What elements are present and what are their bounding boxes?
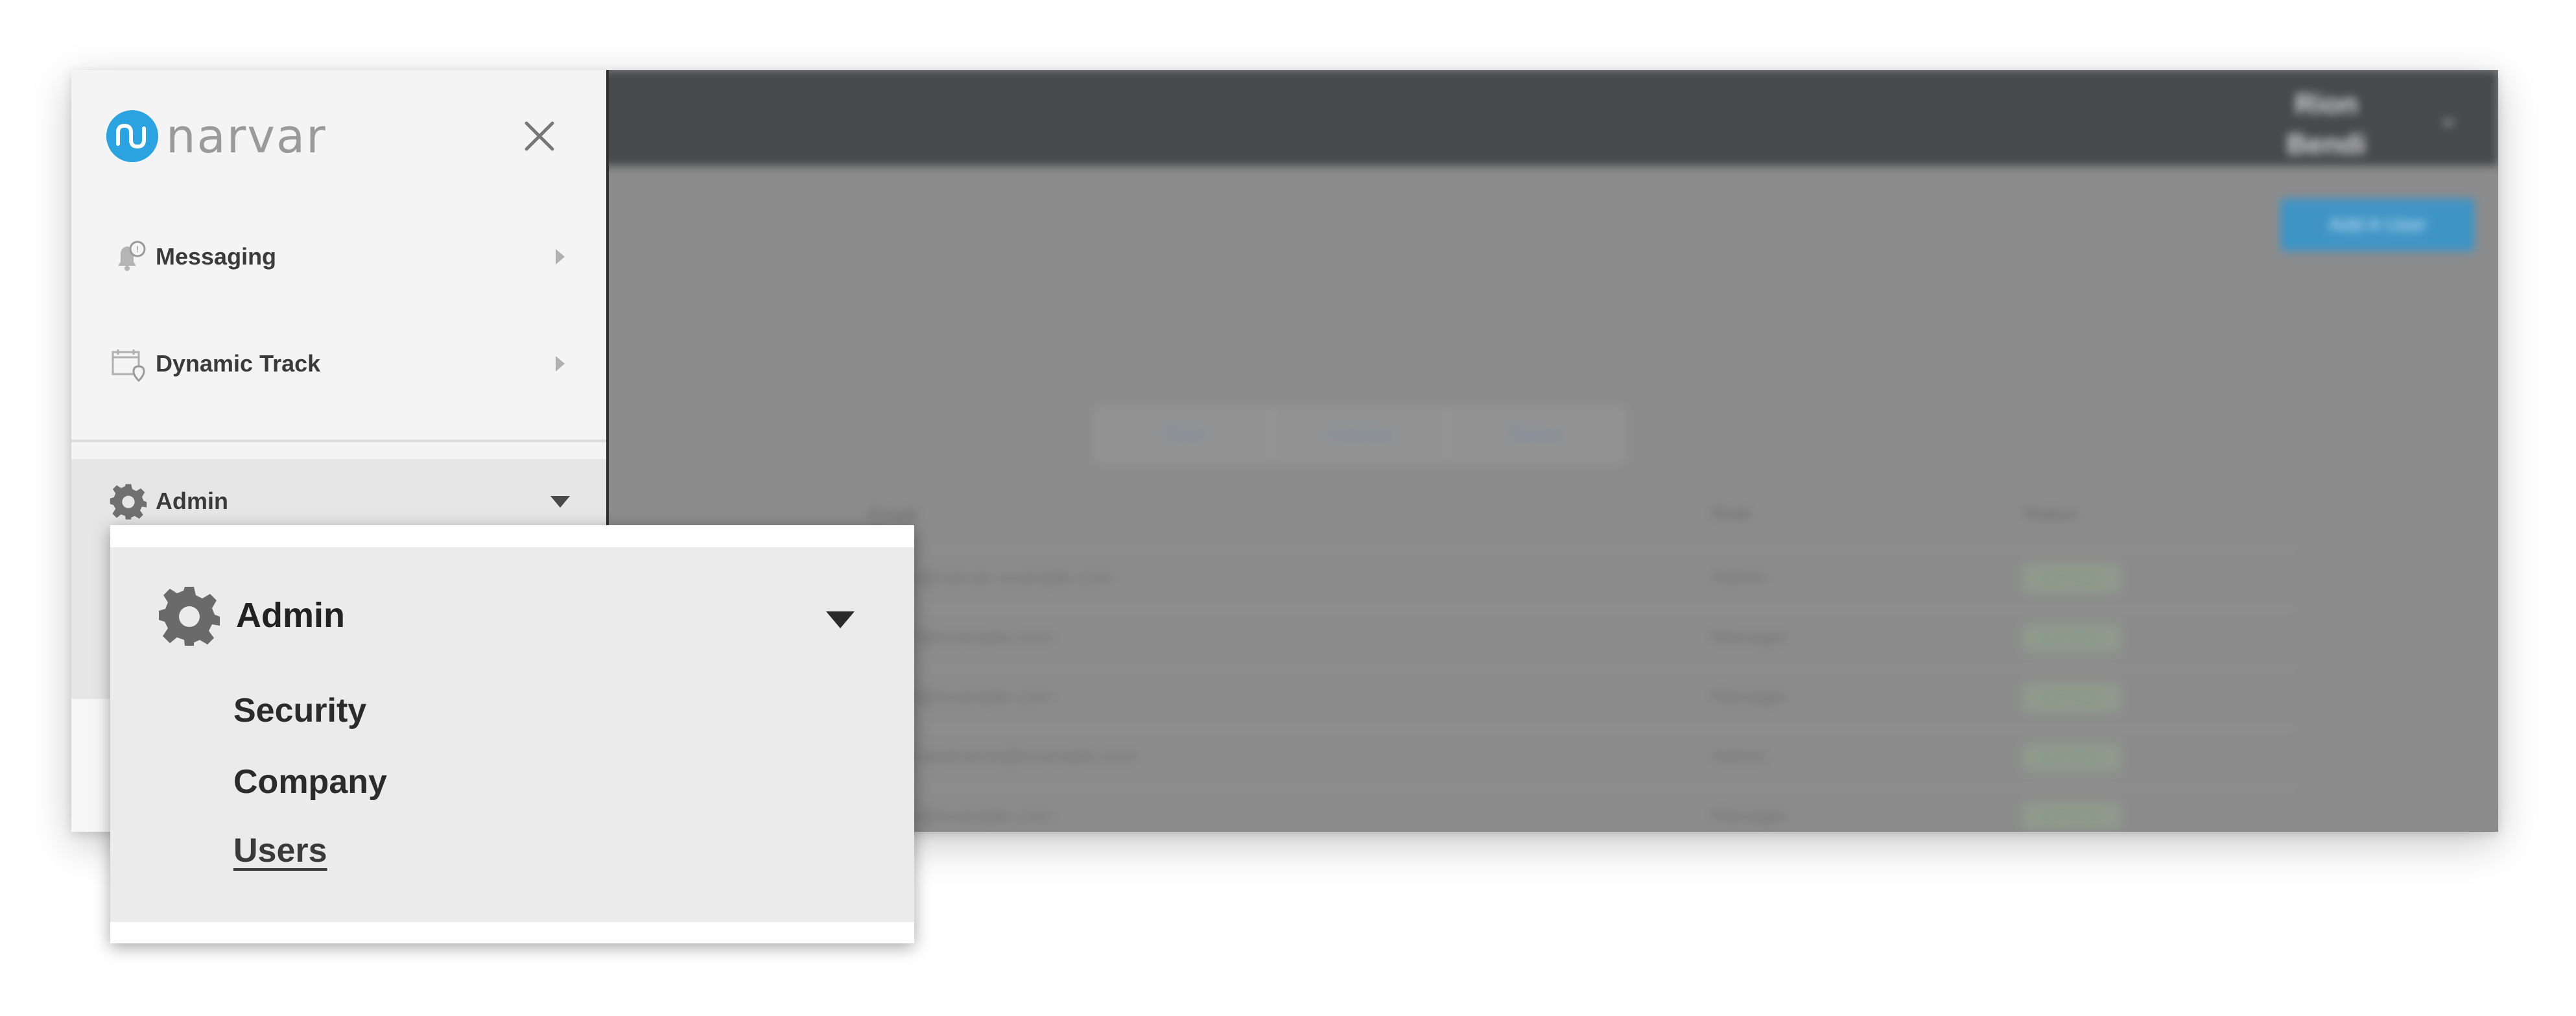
cell-role: Manager [1712, 805, 1789, 827]
cell-role: Admin [1712, 567, 1767, 588]
chevron-right-icon [556, 356, 565, 372]
sidebar-item-label: Admin [156, 488, 228, 514]
narvar-logo-icon [106, 110, 158, 162]
sidebar-item-messaging[interactable]: ! Messaging [71, 211, 606, 302]
sidebar-item-dynamic-track[interactable]: Dynamic Track [71, 318, 606, 409]
bell-icon: ! [108, 236, 149, 278]
filter-role[interactable]: Role [1097, 408, 1273, 460]
cell-role: Admin [1712, 746, 1767, 767]
logo-wordmark: narvar [166, 109, 327, 163]
filter-access[interactable]: Access [1273, 408, 1448, 460]
cell-role: Manager [1712, 686, 1789, 707]
admin-submenu-header[interactable]: Admin [157, 580, 345, 651]
cell-role: Manager [1712, 626, 1789, 648]
calendar-pin-icon [108, 343, 149, 384]
caret-down-icon[interactable] [826, 611, 855, 628]
filter-bar: Role Access Status [1096, 407, 1624, 462]
submenu-link-users[interactable]: Users [233, 831, 327, 870]
chevron-right-icon [556, 249, 565, 265]
gear-icon [108, 480, 149, 522]
status-badge: ACTIVE [2023, 564, 2120, 593]
user-last-name: Bendi [2286, 128, 2367, 160]
gear-icon [159, 587, 220, 646]
user-menu[interactable]: Rion Bendi [2275, 84, 2378, 165]
admin-submenu-title: Admin [236, 596, 345, 635]
narvar-logo[interactable]: narvar [106, 109, 327, 163]
status-badge: ACTIVE [2023, 683, 2120, 712]
submenu-link-company[interactable]: Company [233, 762, 387, 801]
filter-status[interactable]: Status [1448, 408, 1622, 460]
column-header-role: Role [1712, 503, 1752, 525]
column-header-email: Email [869, 503, 918, 525]
sidebar-divider [71, 440, 606, 442]
status-badge: ACTIVE [2023, 803, 2120, 831]
column-header-status: Status [2023, 503, 2079, 525]
sidebar-item-label: Messaging [156, 243, 277, 270]
close-icon[interactable] [519, 115, 560, 157]
submenu-link-security[interactable]: Security [233, 691, 366, 730]
admin-submenu-callout: Admin Security Company Users [110, 525, 914, 943]
sidebar-item-label: Dynamic Track [156, 350, 321, 377]
status-badge: ACTIVE [2023, 624, 2120, 652]
caret-down-icon [550, 496, 570, 508]
svg-text:!: ! [136, 244, 139, 254]
add-user-button[interactable]: Add A User [2280, 198, 2475, 252]
status-badge: ACTIVE [2023, 743, 2120, 772]
admin-submenu: Admin Security Company Users [110, 547, 914, 922]
chevron-down-icon[interactable]: ⌄ [2437, 102, 2459, 132]
user-first-name: Rion [2295, 88, 2358, 120]
